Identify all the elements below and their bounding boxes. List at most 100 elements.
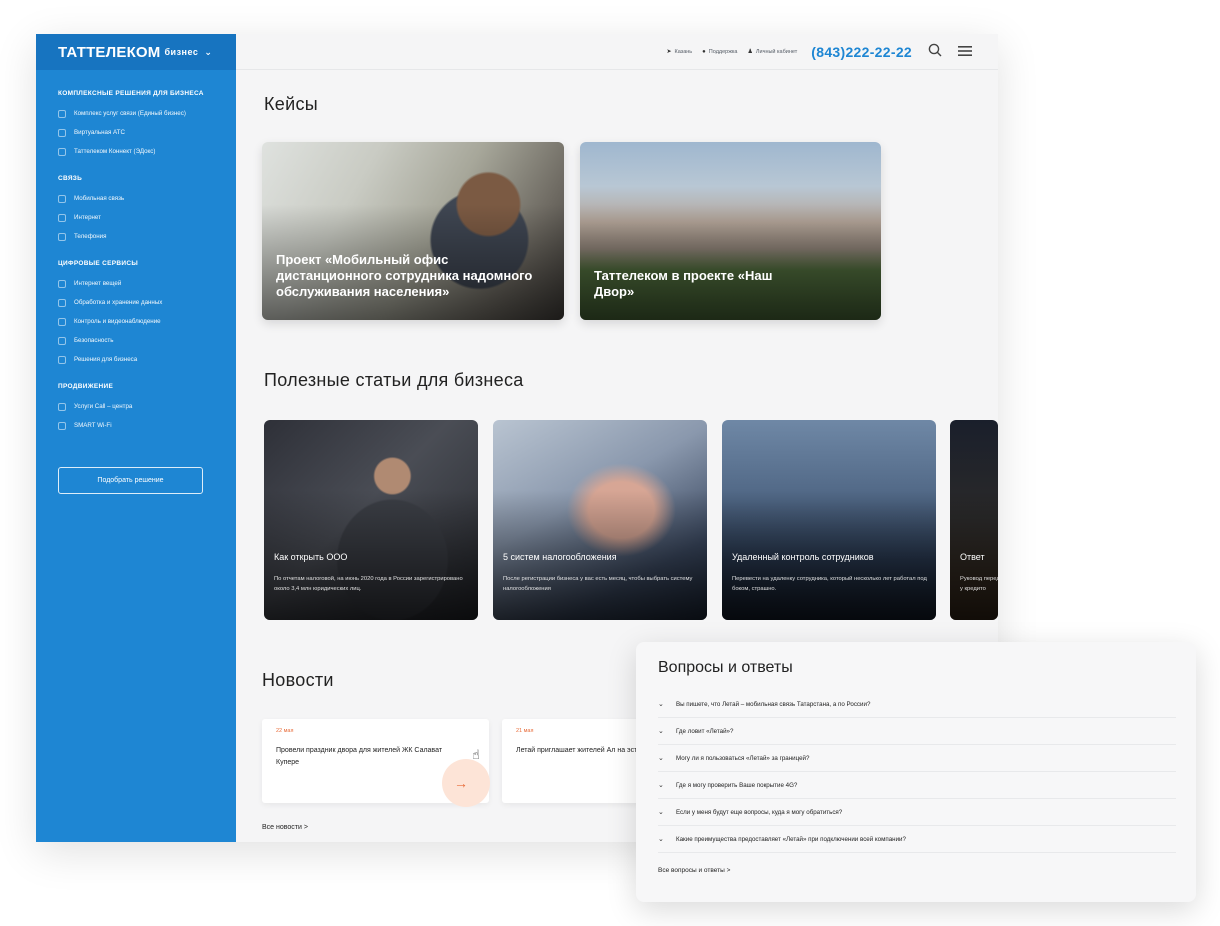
cabinet-link[interactable]: ♟ Личный кабинет [748,48,798,56]
articles-title: Полезные статьи для бизнеса [264,370,524,390]
support-label: Поддержка [708,48,738,55]
faq-item[interactable]: ⌄ Где ловит «Летай»? [658,718,1176,745]
chevron-down-icon: ⌄ [658,728,664,735]
case-caption: Таттелеком в проекте «Наш Двор» [594,268,773,299]
sidebar-item-label: Услуги Call – центра [74,403,133,410]
nav-group-title: КОМПЛЕКСНЫЕ РЕШЕНИЯ ДЛЯ БИЗНЕСА [58,90,204,97]
nav-group-promotion: ПРОДВИЖЕНИЕ Услуги Call – центра SMART W… [58,383,236,435]
article-title: 5 систем налогообложения [503,552,617,562]
article-desc: После регистрации бизнеса у вас есть мес… [503,576,693,592]
faq-question: Могу ли я пользоваться «Летай» за границ… [676,754,810,762]
sidebar-item-label: Таттелеком Коннект (ЭДокс) [74,148,156,155]
sidebar-item-cctv[interactable]: Контроль и видеонаблюдение [58,312,236,331]
lock-icon [58,336,66,345]
article-card[interactable]: Удаленный контроль сотрудников Перевести… [722,420,936,620]
chevron-down-icon: ⌄ [658,809,664,816]
sidebar-item-smart-wifi[interactable]: SMART Wi-Fi [58,416,236,435]
sidebar-item-label: Виртуальная АТС [74,129,125,136]
news-date: 22 мая [276,728,294,734]
sidebar-item-internet[interactable]: Интернет [58,208,236,227]
lightbulb-icon [58,355,66,364]
sidebar-item-label: Решения для бизнеса [74,356,138,363]
camera-icon [58,317,66,326]
sidebar-item-label: Безопасность [74,337,114,344]
brand-name: ТАТТЕЛЕКОМ [58,43,161,61]
faq-item[interactable]: ⌄ Вы пишете, что Летай – мобильная связь … [658,691,1176,718]
faq-title: Вопросы и ответы [658,659,793,676]
faq-item[interactable]: ⌄ Где я могу проверить Ваше покрытие 4G? [658,772,1176,799]
faq-card: Вопросы и ответы ⌄ Вы пишете, что Летай –… [636,642,1196,902]
location-arrow-icon: ➤ [666,49,672,55]
article-title: Как открыть ООО [274,552,348,562]
phone-icon [58,194,66,203]
faq-list: ⌄ Вы пишете, что Летай – мобильная связь … [658,691,1176,853]
all-news-link[interactable]: Все новости > [262,824,308,831]
chevron-down-icon: ⌄ [658,782,664,789]
nav-group-title: СВЯЗЬ [58,175,83,182]
news-date: 21 мая [516,728,534,734]
search-icon[interactable] [928,43,942,60]
article-desc: По отчетам налоговой, на июнь 2020 года … [274,576,463,592]
wifi-icon [58,213,66,222]
sidebar-item-connect[interactable]: Таттелеком Коннект (ЭДокс) [58,142,236,161]
faq-question: Где ловит «Летай»? [676,727,734,735]
article-card[interactable]: Ответ Руковод перед у кредито [950,420,998,620]
article-title: Ответ [960,552,985,562]
database-icon [58,298,66,307]
sidebar-item-data[interactable]: Обработка и хранение данных [58,293,236,312]
sidebar-item-telephony[interactable]: Телефония [58,227,236,246]
nav-group-complex: КОМПЛЕКСНЫЕ РЕШЕНИЯ ДЛЯ БИЗНЕСА Комплекс… [58,90,236,161]
all-faq-link[interactable]: Все вопросы и ответы > [658,867,730,874]
faq-item[interactable]: ⌄ Какие преимущества предоставляет «Летай… [658,826,1176,853]
sidebar-item-call-center[interactable]: Услуги Call – центра [58,397,236,416]
sidebar-item-label: Контроль и видеонаблюдение [74,318,161,325]
document-icon [58,109,66,118]
case-card[interactable]: Таттелеком в проекте «Наш Двор» [580,142,881,320]
arrow-right-icon[interactable]: → [442,759,490,807]
sidebar-item-iot[interactable]: Интернет вещей [58,274,236,293]
case-caption: Проект «Мобильный офис дистанционного со… [276,252,533,299]
article-card[interactable]: Как открыть ООО По отчетам налоговой, на… [264,420,478,620]
sidebar-item-virtual-pbx[interactable]: Виртуальная АТС [58,123,236,142]
hand-cursor-icon: ☝ [472,747,480,762]
case-card[interactable]: Проект «Мобильный офис дистанционного со… [262,142,564,320]
nav-group-title: ЦИФРОВЫЕ СЕРВИСЫ [58,260,139,267]
sidebar-item-label: Обработка и хранение данных [74,299,163,306]
sidebar-item-label: Телефония [74,233,107,240]
faq-item[interactable]: ⌄ Если у меня будут еще вопросы, куда я м… [658,799,1176,826]
sidebar-item-solutions[interactable]: Решения для бизнеса [58,350,236,369]
phone-number[interactable]: (843)222-22-22 [811,44,912,60]
iot-icon [58,279,66,288]
sidebar-nav: КОМПЛЕКСНЫЕ РЕШЕНИЯ ДЛЯ БИЗНЕСА Комплекс… [36,70,236,435]
sidebar-item-label: Интернет вещей [74,280,122,287]
article-desc: Руковод перед у кредито [960,576,998,592]
news-card[interactable]: 22 мая Провели праздник двора для жителе… [262,719,490,807]
top-bar: ➤ Казань ● Поддержка ♟ Личный кабинет (843)… [236,34,998,70]
headset-icon [58,402,66,411]
sidebar-item-security[interactable]: Безопасность [58,331,236,350]
support-link[interactable]: ● Поддержка [702,49,737,55]
chevron-down-icon: ⌄ [658,701,664,708]
article-card[interactable]: 5 систем налогообложения После регистрац… [493,420,707,620]
article-desc: Перевести на удаленку сотрудника, которы… [732,576,927,592]
sidebar-item-mobile[interactable]: Мобильная связь [58,189,236,208]
chevron-down-icon[interactable]: ⌄ [204,47,212,58]
nav-group-digital: ЦИФРОВЫЕ СЕРВИСЫ Интернет вещей Обработк… [58,260,236,369]
chevron-down-icon: ⌄ [658,836,664,843]
faq-question: Где я могу проверить Ваше покрытие 4G? [676,781,798,789]
brand-suffix: бизнес [164,47,199,57]
city-label: Казань [674,48,693,55]
router-icon [58,421,66,430]
sidebar-item-unified-business[interactable]: Комплекс услуг связи (Единый бизнес) [58,104,236,123]
city-selector[interactable]: ➤ Казань [666,48,693,56]
chevron-down-icon: ⌄ [658,755,664,762]
news-text: Провели праздник двора для жителей ЖК Са… [276,747,443,766]
menu-icon[interactable] [958,44,972,60]
sidebar-item-label: Мобильная связь [74,195,125,202]
sidebar: ТАТТЕЛЕКОМ бизнес ⌄ КОМПЛЕКСНЫЕ РЕШЕНИЯ … [36,34,236,842]
brand-logo[interactable]: ТАТТЕЛЕКОМ бизнес ⌄ [36,34,236,70]
news-title: Новости [262,670,334,690]
pick-solution-button[interactable]: Подобрать решение [58,467,203,494]
telephone-icon [58,232,66,241]
faq-item[interactable]: ⌄ Могу ли я пользоваться «Летай» за грани… [658,745,1176,772]
